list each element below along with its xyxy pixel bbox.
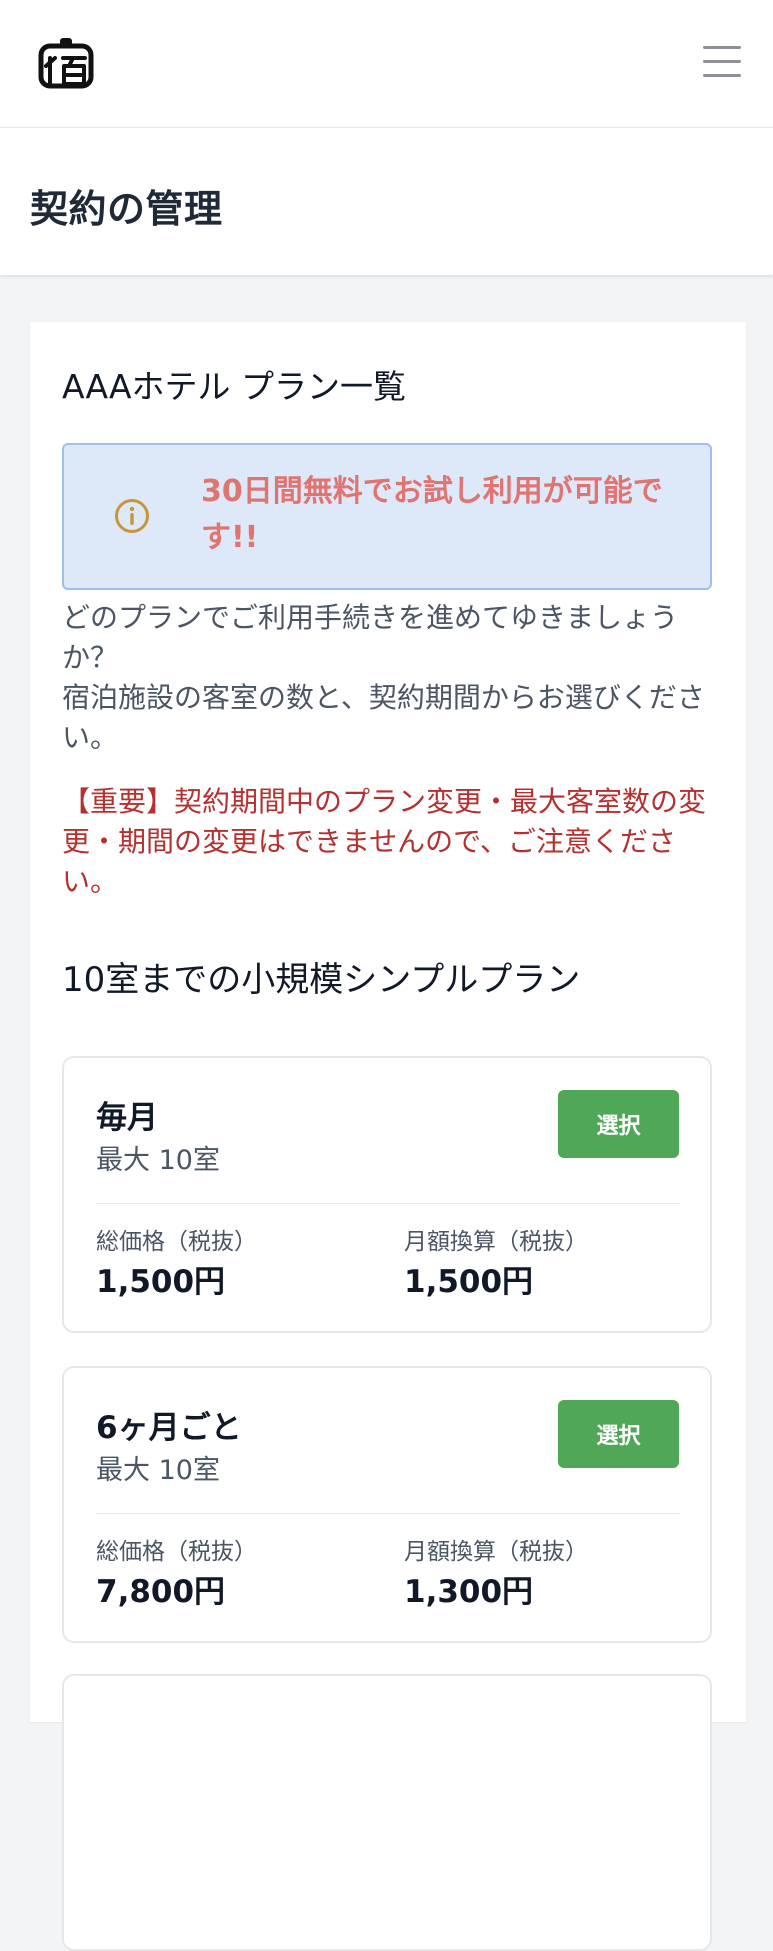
divider [96,1203,680,1204]
important-warning: 【重要】契約期間中のプラン変更・最大客室数の変更・期間の変更はできませんので、ご… [62,785,707,898]
plan-max-rooms: 最大 10室 [96,1145,220,1176]
menu-line [703,74,741,77]
section-title: 10室までの小規模シンプルプラン [62,960,581,1000]
hamburger-menu-icon[interactable] [703,46,741,78]
monthly-price-value: 1,500円 [404,1264,534,1300]
menu-line [703,46,741,49]
select-plan-button[interactable]: 選択 [558,1090,679,1158]
monthly-price-label: 月額換算（税抜） [404,1539,588,1565]
plan-card-6-months: 6ヶ月ごと 最大 10室 選択 総価格（税抜） 7,800円 月額換算（税抜） … [62,1366,712,1643]
free-trial-notice: 30日間無料でお試し利用が可能です!! [62,443,712,590]
top-bar [0,0,773,128]
total-price-label: 総価格（税抜） [96,1229,257,1255]
plan-card-next [62,1674,712,1951]
description-text: どのプランでご利用手続きを進めてゆきましょうか？ 宿泊施設の客室の数と、契約期間… [62,601,705,754]
notice-text: 30日間無料でお試し利用が可能です!! [201,474,663,555]
plan-list-card: AAAホテル プラン一覧 30日間無料でお試し利用が可能です!! どのプランでご… [30,322,746,1951]
plan-card-monthly: 毎月 最大 10室 選択 総価格（税抜） 1,500円 月額換算（税抜） 1,5… [62,1056,712,1333]
page-header: 契約の管理 [0,128,773,275]
divider [96,1513,680,1514]
monthly-price-label: 月額換算（税抜） [404,1229,588,1255]
info-icon [114,498,150,534]
plan-name: 毎月 [96,1100,158,1136]
plan-max-rooms: 最大 10室 [96,1455,220,1486]
plan-name: 6ヶ月ごと [96,1410,242,1446]
select-plan-button[interactable]: 選択 [558,1400,679,1468]
logo-icon[interactable] [38,36,94,92]
monthly-price-value: 1,300円 [404,1574,534,1610]
card-title: AAAホテル プラン一覧 [62,367,407,406]
menu-line [703,60,741,63]
page-title: 契約の管理 [30,187,223,231]
total-price-value: 7,800円 [96,1574,226,1610]
total-price-value: 1,500円 [96,1264,226,1300]
total-price-label: 総価格（税抜） [96,1539,257,1565]
